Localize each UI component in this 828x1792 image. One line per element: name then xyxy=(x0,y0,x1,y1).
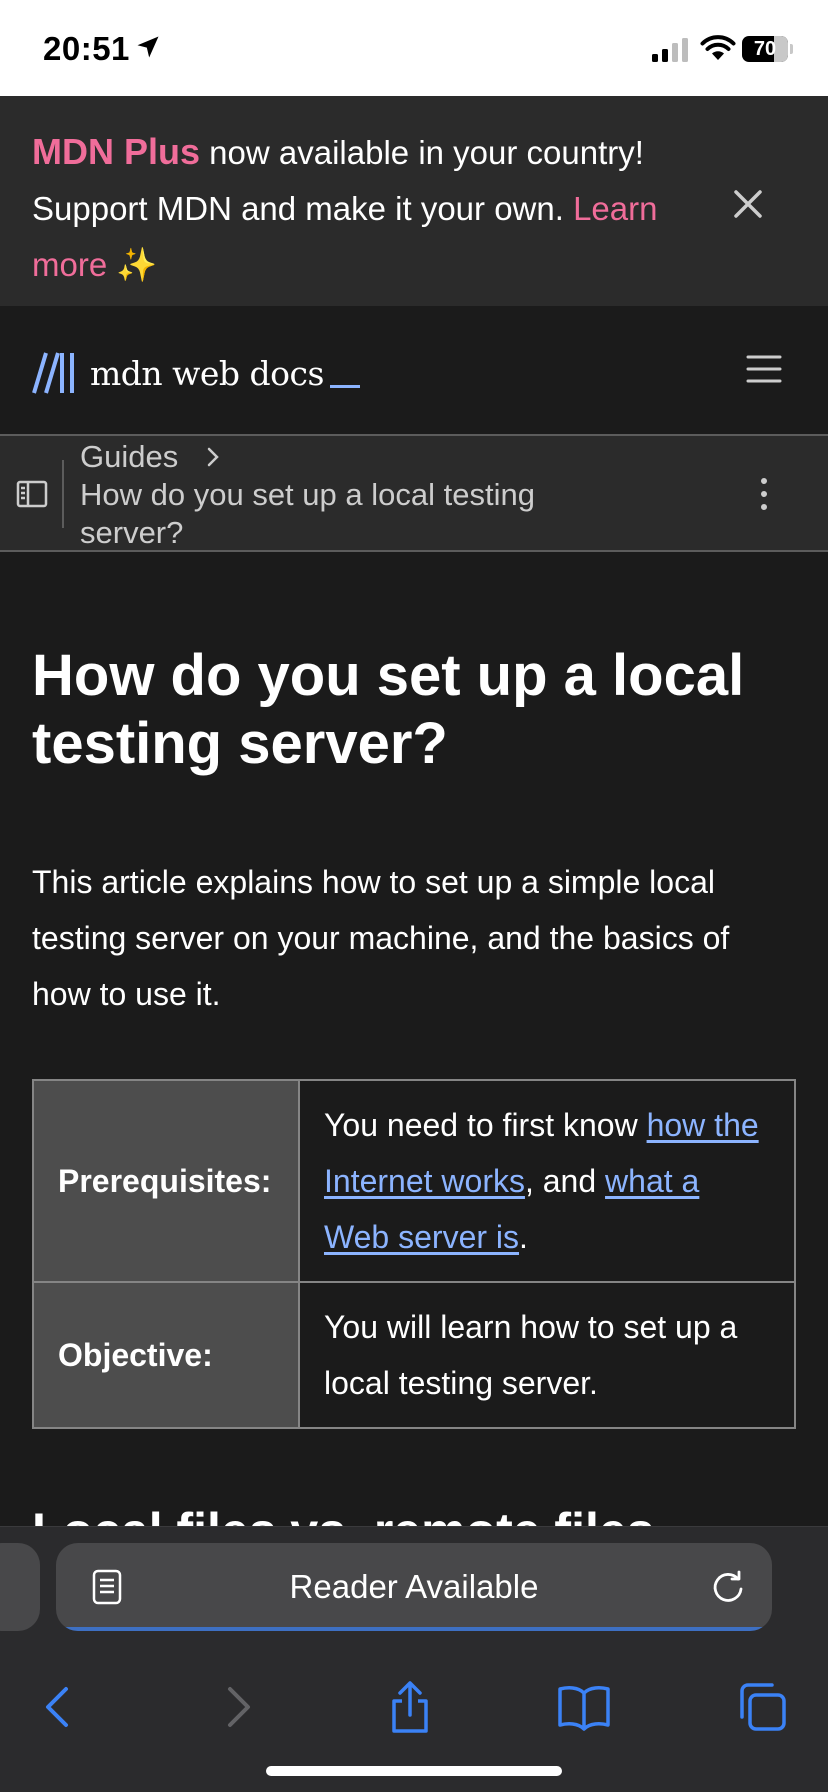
safari-toolbar: Reader Available xyxy=(0,1526,828,1792)
page-title: How do you set up a local testing server… xyxy=(32,643,745,776)
cellular-signal-icon xyxy=(652,38,688,62)
banner-brand: MDN Plus xyxy=(32,131,201,172)
sidebar-toggle-icon[interactable] xyxy=(16,480,48,508)
breadcrumb-divider xyxy=(62,460,64,528)
prerequisites-label: Prerequisites: xyxy=(32,1079,300,1283)
prereq-text: You need to first know xyxy=(324,1107,647,1143)
address-text: Reader Available xyxy=(289,1568,539,1605)
breadcrumb: Guides How do you set up a local testing… xyxy=(0,434,828,552)
banner-text: MDN Plus now available in your country! … xyxy=(32,124,692,293)
share-icon[interactable] xyxy=(382,1679,438,1735)
hamburger-menu-icon[interactable] xyxy=(746,354,782,384)
status-bar: 20:51 70 xyxy=(0,0,828,96)
previous-tab-peek[interactable] xyxy=(0,1543,40,1631)
tabs-icon[interactable] xyxy=(734,1679,790,1735)
breadcrumb-current: How do you set up a local testing server… xyxy=(80,477,535,550)
table-row: Objective: You will learn how to set up … xyxy=(32,1281,796,1429)
objective-value: You will learn how to set up a local tes… xyxy=(298,1281,796,1429)
objective-label: Objective: xyxy=(32,1281,300,1429)
site-header: mdn web docs xyxy=(0,306,828,434)
status-time: 20:51 xyxy=(43,30,130,67)
battery-level: 70 xyxy=(753,38,777,60)
reload-icon[interactable] xyxy=(710,1567,746,1605)
forward-icon[interactable] xyxy=(208,1679,264,1735)
table-row: Prerequisites: You need to first know ho… xyxy=(32,1079,796,1283)
breadcrumb-parent-link[interactable]: Guides xyxy=(80,438,178,476)
page-load-progress xyxy=(56,1627,772,1631)
prereq-text: , and xyxy=(524,1163,606,1199)
bookmarks-icon[interactable] xyxy=(556,1679,612,1735)
prereq-text: . xyxy=(519,1219,528,1255)
more-vertical-icon[interactable] xyxy=(756,476,772,512)
mdn-logo-icon xyxy=(32,352,74,394)
prerequisites-table: Prerequisites: You need to first know ho… xyxy=(32,1079,796,1429)
address-bar[interactable]: Reader Available xyxy=(56,1543,772,1631)
logo-cursor xyxy=(329,384,360,388)
location-arrow-icon xyxy=(137,36,159,58)
home-indicator[interactable] xyxy=(266,1766,562,1776)
close-icon[interactable] xyxy=(728,184,768,224)
battery-icon: 70 xyxy=(742,36,793,62)
chevron-right-icon xyxy=(207,447,219,467)
sparkle-icon: ✨ xyxy=(116,246,158,283)
wifi-icon xyxy=(700,35,736,60)
article-intro: This article explains how to set up a si… xyxy=(32,864,730,1012)
mdn-logo[interactable]: mdn web docs xyxy=(32,348,360,398)
back-icon[interactable] xyxy=(32,1679,88,1735)
prerequisites-value: You need to first know how the Internet … xyxy=(298,1079,796,1283)
logo-text: mdn web docs xyxy=(90,353,324,393)
mdn-plus-banner: MDN Plus now available in your country! … xyxy=(0,96,828,306)
